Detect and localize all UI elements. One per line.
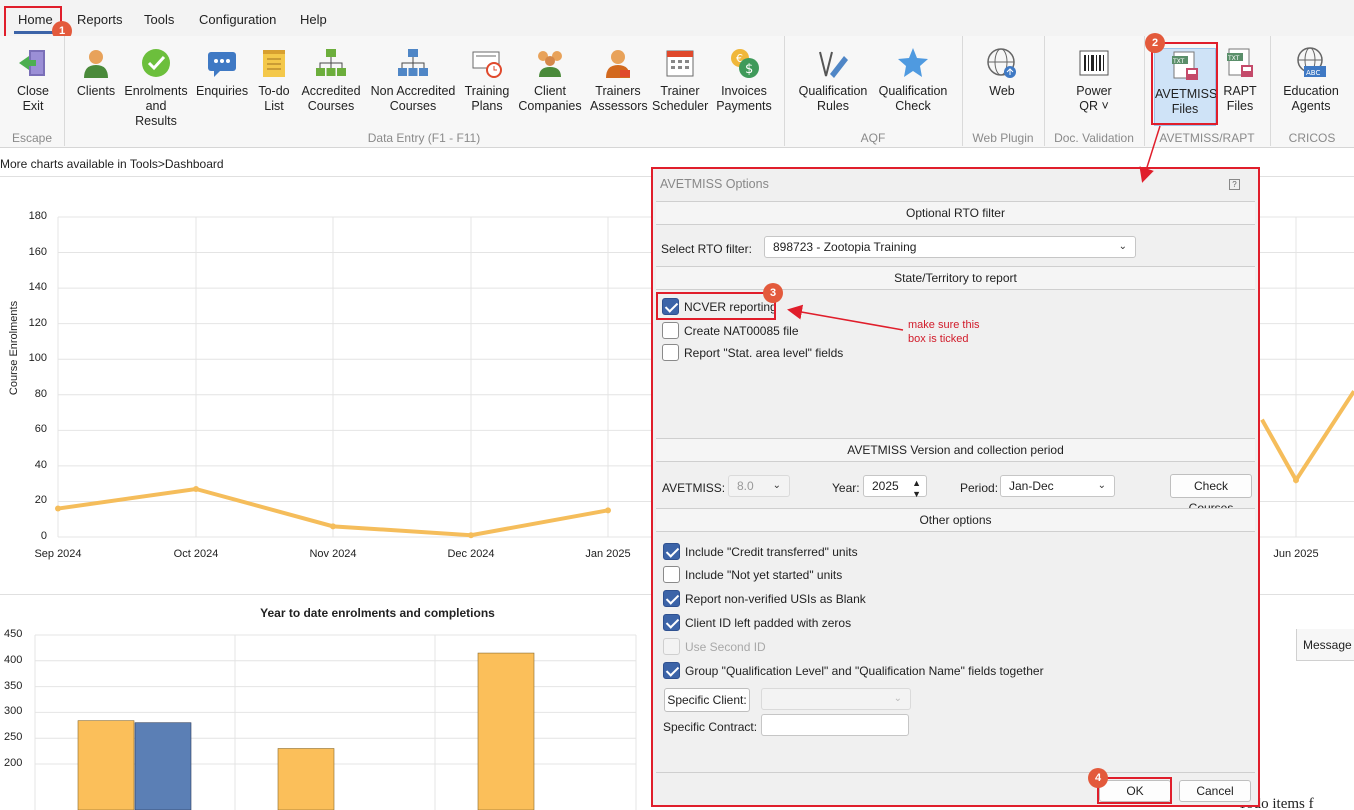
arrow-to-dialog (1139, 125, 1161, 183)
arrow-to-ncver (787, 304, 904, 331)
annotation-arrows (787, 125, 1161, 331)
